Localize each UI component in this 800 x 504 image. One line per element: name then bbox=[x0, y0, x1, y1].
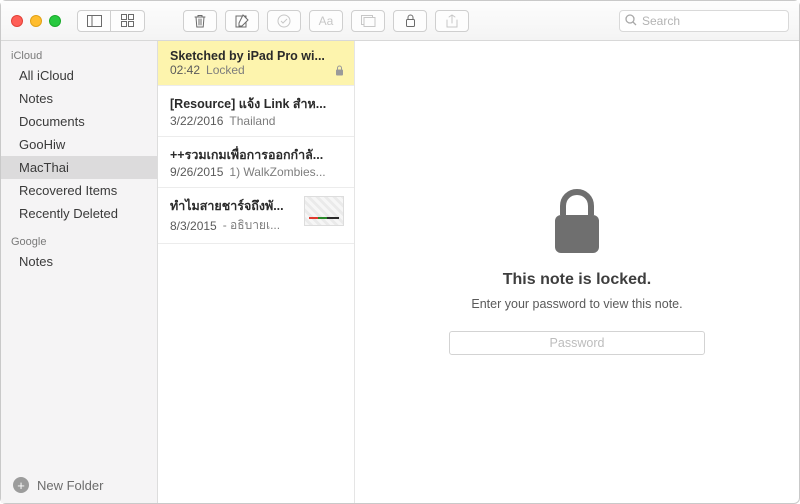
close-window-button[interactable] bbox=[11, 15, 23, 27]
search-icon bbox=[625, 14, 637, 26]
window-controls bbox=[11, 15, 61, 27]
note-date: 9/26/2015 bbox=[170, 165, 223, 179]
note-date: 8/3/2015 bbox=[170, 219, 217, 233]
new-note-button[interactable] bbox=[225, 10, 259, 32]
note-date: 3/22/2016 bbox=[170, 114, 223, 128]
share-button[interactable] bbox=[435, 10, 469, 32]
note-title: Sketched by iPad Pro wi... bbox=[170, 49, 344, 63]
attachments-button[interactable] bbox=[351, 10, 385, 32]
sidebar-item-macthai[interactable]: MacThai bbox=[1, 156, 157, 179]
search-input[interactable] bbox=[619, 10, 789, 32]
note-preview: - อธิบายเ... bbox=[223, 216, 280, 235]
sidebar-item-notes[interactable]: Notes bbox=[1, 87, 157, 110]
trash-icon bbox=[194, 14, 206, 28]
checklist-icon bbox=[277, 14, 291, 28]
sidebar: iCloud All iCloud Notes Documents GooHiw… bbox=[1, 41, 158, 503]
lock-icon bbox=[405, 14, 416, 27]
grid-view-button[interactable] bbox=[111, 10, 145, 32]
delete-button[interactable] bbox=[183, 10, 217, 32]
sidebar-section-google: Google bbox=[1, 233, 157, 250]
app-body: iCloud All iCloud Notes Documents GooHiw… bbox=[1, 41, 799, 503]
lock-button[interactable] bbox=[393, 10, 427, 32]
minimize-window-button[interactable] bbox=[30, 15, 42, 27]
lock-icon bbox=[335, 65, 344, 76]
sidebar-layout-icon bbox=[87, 15, 102, 27]
share-icon bbox=[446, 14, 458, 28]
password-input[interactable] bbox=[449, 331, 705, 355]
note-preview: Locked bbox=[206, 63, 245, 77]
search-field-wrap bbox=[619, 10, 789, 32]
compose-icon bbox=[235, 14, 249, 28]
locked-heading: This note is locked. bbox=[503, 271, 651, 289]
sidebar-item-documents[interactable]: Documents bbox=[1, 110, 157, 133]
app-window: Aa iCloud All iCloud bbox=[0, 0, 800, 504]
sidebar-item-all-icloud[interactable]: All iCloud bbox=[1, 64, 157, 87]
plus-icon: + bbox=[13, 477, 29, 493]
note-preview: Thailand bbox=[229, 114, 275, 128]
note-date: 02:42 bbox=[170, 63, 200, 77]
note-title: ทำไมสายชาร์จถึงพั... bbox=[170, 196, 298, 216]
note-row[interactable]: ++รวมเกมเพื่อการออกกำลั... 9/26/2015 1) W… bbox=[158, 137, 354, 188]
note-thumbnail bbox=[304, 196, 344, 226]
photos-icon bbox=[361, 15, 376, 27]
sidebar-item-goohiw[interactable]: GooHiw bbox=[1, 133, 157, 156]
list-view-button[interactable] bbox=[77, 10, 111, 32]
view-mode-group bbox=[77, 10, 145, 32]
sidebar-item-recovered[interactable]: Recovered Items bbox=[1, 179, 157, 202]
zoom-window-button[interactable] bbox=[49, 15, 61, 27]
sidebar-item-recently-deleted[interactable]: Recently Deleted bbox=[1, 202, 157, 225]
note-row[interactable]: ทำไมสายชาร์จถึงพั... 8/3/2015 - อธิบายเ..… bbox=[158, 188, 354, 244]
new-folder-button[interactable]: + New Folder bbox=[1, 467, 157, 503]
grid-icon bbox=[121, 14, 134, 27]
titlebar: Aa bbox=[1, 1, 799, 41]
note-preview: 1) WalkZombies... bbox=[229, 165, 325, 179]
lock-large-icon bbox=[549, 189, 605, 257]
note-title: [Resource] แจ้ง Link สำห... bbox=[170, 94, 344, 114]
checklist-button[interactable] bbox=[267, 10, 301, 32]
new-folder-label: New Folder bbox=[37, 478, 103, 493]
note-title: ++รวมเกมเพื่อการออกกำลั... bbox=[170, 145, 344, 165]
note-row[interactable]: [Resource] แจ้ง Link สำห... 3/22/2016 Tha… bbox=[158, 86, 354, 137]
locked-subtext: Enter your password to view this note. bbox=[471, 297, 682, 311]
sidebar-section-icloud: iCloud bbox=[1, 47, 157, 64]
note-content-area: This note is locked. Enter your password… bbox=[355, 41, 799, 503]
format-button[interactable]: Aa bbox=[309, 10, 343, 32]
note-list: Sketched by iPad Pro wi... 02:42 Locked [… bbox=[158, 41, 355, 503]
sidebar-item-google-notes[interactable]: Notes bbox=[1, 250, 157, 273]
note-row[interactable]: Sketched by iPad Pro wi... 02:42 Locked bbox=[158, 41, 354, 86]
